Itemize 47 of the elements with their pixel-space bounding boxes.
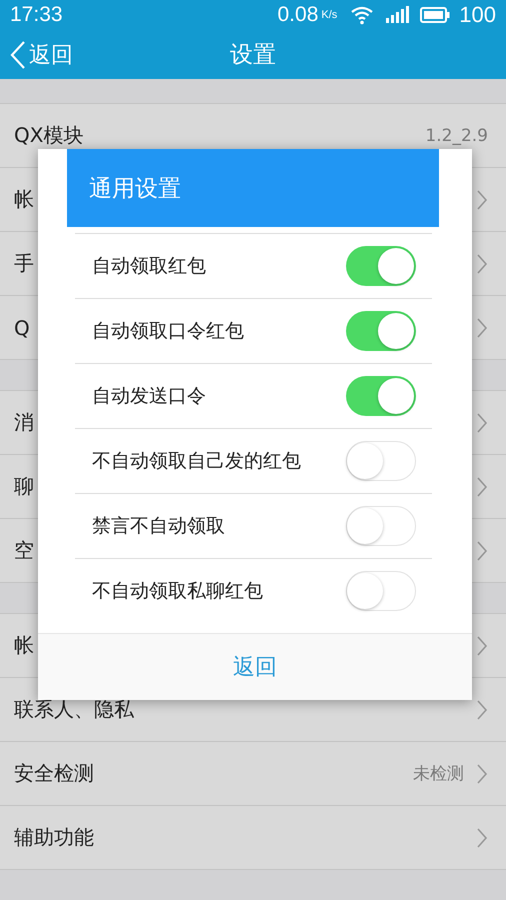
settings-row[interactable]: 辅助功能 (0, 806, 506, 870)
row-label: 手 (14, 250, 34, 277)
clock-time: 17:33 (10, 3, 63, 28)
back-label: 返回 (29, 42, 73, 70)
row-label: 安全检测 (14, 760, 94, 787)
wifi-icon (350, 5, 374, 26)
toggle-switch[interactable] (346, 506, 416, 546)
row-label: Q (14, 316, 30, 340)
chevron-icon (476, 826, 488, 848)
row-value: 未检测 (413, 763, 464, 785)
speed-unit: K/s (321, 9, 338, 22)
chevron-icon (476, 252, 488, 274)
row-value: 1.2_2.9 (425, 126, 488, 146)
option-label: 自动领取红包 (92, 254, 206, 279)
toggle-switch[interactable] (346, 571, 416, 611)
signal-icon (385, 6, 410, 24)
back-chevron-icon (10, 40, 26, 70)
option-label: 不自动领取私聊红包 (92, 579, 263, 604)
row-label: 聊 (14, 473, 34, 500)
toggle-switch[interactable] (346, 246, 416, 286)
chevron-icon (476, 188, 488, 210)
row-label: 辅助功能 (14, 824, 94, 851)
battery-level: 100 (459, 2, 496, 28)
option-label: 不自动领取自己发的红包 (92, 449, 301, 474)
chevron-icon (476, 698, 488, 720)
chevron-icon (476, 634, 488, 656)
network-speed: 0.08 (278, 3, 318, 28)
chevron-icon (476, 540, 488, 562)
chevron-icon (476, 476, 488, 498)
settings-row[interactable]: 安全检测 未检测 (0, 742, 506, 806)
row-label: 消 (14, 409, 34, 436)
row-label: 帐 (14, 632, 34, 659)
battery-icon (420, 6, 450, 24)
option-label: 自动发送口令 (92, 384, 206, 409)
row-label: 空 (14, 537, 34, 564)
chevron-icon (476, 762, 488, 784)
chevron-icon (476, 412, 488, 434)
page-title: 设置 (230, 41, 276, 70)
row-label: QX模块 (14, 122, 84, 149)
row-label: 帐 (14, 186, 34, 213)
dialog-title: 通用设置 (89, 174, 181, 204)
toggle-switch[interactable] (346, 441, 416, 481)
option-label: 自动领取口令红包 (92, 319, 244, 344)
option-label: 禁言不自动领取 (92, 514, 225, 539)
toggle-switch[interactable] (346, 311, 416, 351)
toggle-switch[interactable] (346, 376, 416, 416)
chevron-icon (476, 316, 488, 338)
